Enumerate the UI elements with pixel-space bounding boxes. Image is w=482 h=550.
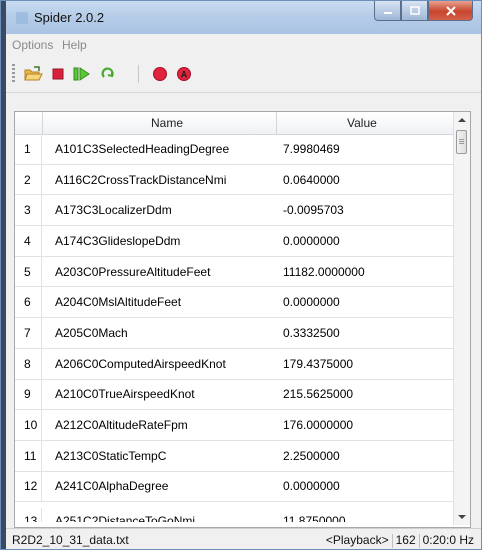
row-name: A203C0PressureAltitudeFeet: [55, 264, 211, 279]
data-table: Name Value 1 A101C3SelectedHeadingDegree…: [14, 111, 471, 528]
row-number: 1: [15, 134, 42, 164]
row-number: 6: [15, 287, 42, 318]
status-mode: <Playback>: [325, 533, 389, 547]
row-value: 0.3332500: [283, 325, 340, 340]
row-name: A241C0AlphaDegree: [55, 479, 169, 494]
table-row[interactable]: 1 A101C3SelectedHeadingDegree 7.9980469: [15, 134, 453, 165]
arrow-up-icon: [458, 118, 466, 122]
row-value: 0.0640000: [283, 172, 340, 187]
open-button[interactable]: [23, 64, 43, 84]
status-rate: 0:20:0 Hz: [422, 533, 474, 547]
open-folder-icon: [24, 66, 43, 81]
record-button[interactable]: [150, 64, 170, 84]
header-corner: [15, 112, 43, 134]
refresh-button[interactable]: [98, 64, 118, 84]
row-name: A206C0ComputedAirspeedKnot: [55, 356, 226, 371]
app-window: Spider 2.0.2 Options Help A Name Value 1…: [0, 0, 482, 550]
row-value: 0.0000000: [283, 295, 340, 310]
scroll-up-button[interactable]: [454, 112, 470, 128]
table-row[interactable]: 13 A251C2DistanceToGoNmi 11.8750000: [15, 502, 453, 523]
table-row[interactable]: 7 A205C0Mach 0.3332500: [15, 318, 453, 349]
menu-bar: Options Help: [6, 34, 481, 56]
stop-button[interactable]: [48, 64, 68, 84]
table-row[interactable]: 12 A241C0AlphaDegree 0.0000000: [15, 471, 453, 503]
row-name: A174C3GlideslopeDdm: [55, 233, 181, 248]
status-bar: R2D2_10_31_data.txt <Playback> 162 0:20:…: [6, 528, 481, 549]
toolbar-separator: [138, 65, 139, 83]
status-filename: R2D2_10_31_data.txt: [12, 533, 129, 547]
title-bar[interactable]: Spider 2.0.2: [6, 1, 481, 34]
row-value: 179.4375000: [283, 356, 354, 371]
menu-help[interactable]: Help: [62, 38, 87, 52]
table-row[interactable]: 9 A210C0TrueAirspeedKnot 215.5625000: [15, 379, 453, 411]
row-name: A116C2CrossTrackDistanceNmi: [55, 172, 227, 187]
row-name: A101C3SelectedHeadingDegree: [55, 141, 230, 156]
menu-options[interactable]: Options: [12, 38, 53, 52]
close-icon: [445, 5, 456, 16]
row-number: 8: [15, 348, 42, 379]
table-body: 1 A101C3SelectedHeadingDegree 7.9980469 …: [15, 134, 453, 523]
row-name: A205C0Mach: [55, 325, 128, 340]
play-button[interactable]: [72, 64, 92, 84]
close-button[interactable]: [428, 1, 473, 21]
row-number: 7: [15, 318, 42, 348]
play-icon: [73, 67, 90, 81]
vertical-scrollbar[interactable]: [453, 112, 470, 525]
row-value: 11182.0000000: [283, 264, 365, 279]
header-name[interactable]: Name: [151, 116, 183, 130]
table-row[interactable]: 3 A173C3LocalizerDdm -0.0095703: [15, 195, 453, 227]
maximize-button[interactable]: [401, 1, 428, 21]
header-value[interactable]: Value: [347, 116, 377, 130]
table-row[interactable]: 10 A212C0AltitudeRateFpm 176.0000000: [15, 410, 453, 441]
arrow-down-icon: [458, 515, 466, 519]
row-value: 2.2500000: [283, 448, 340, 463]
table-row[interactable]: 4 A174C3GlideslopeDdm 0.0000000: [15, 226, 453, 257]
table-row[interactable]: 8 A206C0ComputedAirspeedKnot 179.4375000: [15, 348, 453, 380]
row-value: 0.0000000: [283, 233, 340, 248]
status-count: 162: [395, 533, 416, 547]
row-name: A251C2DistanceToGoNmi: [55, 514, 196, 523]
row-name: A204C0MslAltitudeFeet: [55, 295, 182, 310]
alarm-icon: A: [177, 67, 191, 81]
row-number: 13: [15, 508, 42, 523]
row-value: 11.8750000: [283, 514, 346, 523]
refresh-icon: [101, 67, 114, 78]
table-row[interactable]: 6 A204C0MslAltitudeFeet 0.0000000: [15, 287, 453, 319]
window-title: Spider 2.0.2: [34, 10, 105, 25]
row-number: 2: [15, 164, 42, 195]
table-row[interactable]: 11 A213C0StaticTempC 2.2500000: [15, 440, 453, 472]
app-icon: [14, 10, 30, 26]
table-header: Name Value: [15, 112, 453, 135]
row-number: 4: [15, 226, 42, 256]
row-value: 215.5625000: [283, 387, 354, 402]
alarm-letter: A: [181, 70, 188, 80]
row-number: 3: [15, 195, 42, 226]
row-number: 9: [15, 379, 42, 410]
table-row[interactable]: 5 A203C0PressureAltitudeFeet 11182.00000…: [15, 256, 453, 288]
row-number: 11: [15, 440, 42, 471]
toolbar-grip[interactable]: [12, 64, 15, 84]
minimize-button[interactable]: [374, 1, 401, 21]
minimize-icon: [383, 11, 392, 14]
table-row[interactable]: 2 A116C2CrossTrackDistanceNmi 0.0640000: [15, 164, 453, 196]
row-number: 10: [15, 410, 42, 440]
scroll-down-button[interactable]: [454, 509, 470, 525]
row-name: A173C3LocalizerDdm: [55, 203, 172, 218]
row-value: -0.0095703: [283, 203, 344, 218]
maximize-icon: [409, 5, 420, 15]
header-divider[interactable]: [276, 112, 277, 134]
row-value: 0.0000000: [283, 479, 340, 494]
row-name: A210C0TrueAirspeedKnot: [55, 387, 195, 402]
row-number: 12: [15, 471, 42, 502]
row-value: 7.9980469: [283, 141, 340, 156]
row-name: A213C0StaticTempC: [55, 448, 167, 463]
row-number: 5: [15, 256, 42, 287]
alarm-button[interactable]: A: [174, 64, 194, 84]
row-name: A212C0AltitudeRateFpm: [55, 418, 188, 433]
record-icon: [153, 67, 167, 81]
scroll-thumb[interactable]: [456, 130, 467, 154]
toolbar: A: [6, 56, 481, 93]
stop-icon: [52, 68, 64, 80]
row-value: 176.0000000: [283, 418, 354, 433]
